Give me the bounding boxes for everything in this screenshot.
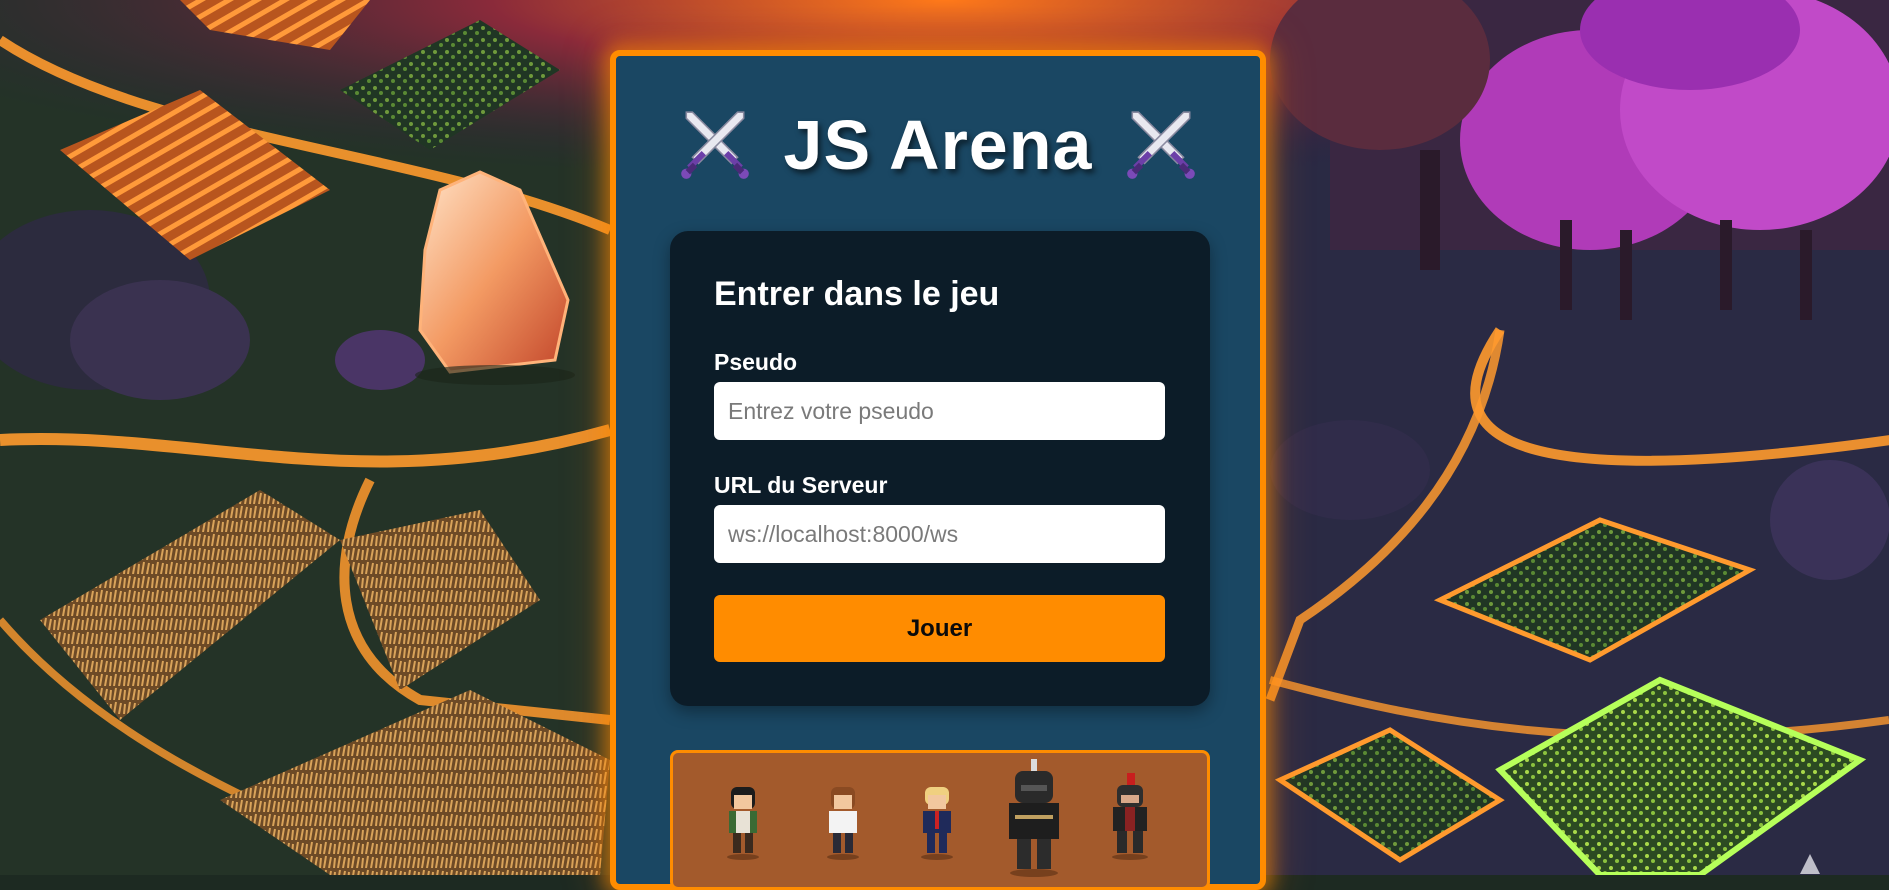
character-sprite-3[interactable] — [915, 781, 959, 861]
character-sprite-1[interactable] — [721, 781, 765, 861]
pseudo-input[interactable] — [714, 382, 1165, 440]
play-button[interactable]: Jouer — [714, 595, 1165, 662]
server-url-label: URL du Serveur — [714, 472, 888, 498]
triangle-icon — [1800, 854, 1820, 874]
login-heading: Entrer dans le jeu — [714, 275, 1000, 313]
character-selection — [670, 750, 1210, 890]
main-panel: JS Arena Entrer dans le jeu Pseudo URL d… — [610, 50, 1266, 890]
character-sprite-4[interactable] — [1001, 759, 1067, 879]
character-sprite-2[interactable] — [821, 781, 865, 861]
title-row: JS Arena — [616, 100, 1260, 190]
app-title: JS Arena — [783, 106, 1093, 184]
crossed-swords-icon — [680, 111, 749, 179]
character-sprite-5[interactable] — [1105, 773, 1155, 863]
crossed-swords-icon — [1127, 111, 1196, 179]
pseudo-label: Pseudo — [714, 349, 798, 375]
login-card: Entrer dans le jeu Pseudo URL du Serveur… — [670, 231, 1210, 706]
server-url-input[interactable] — [714, 505, 1165, 563]
